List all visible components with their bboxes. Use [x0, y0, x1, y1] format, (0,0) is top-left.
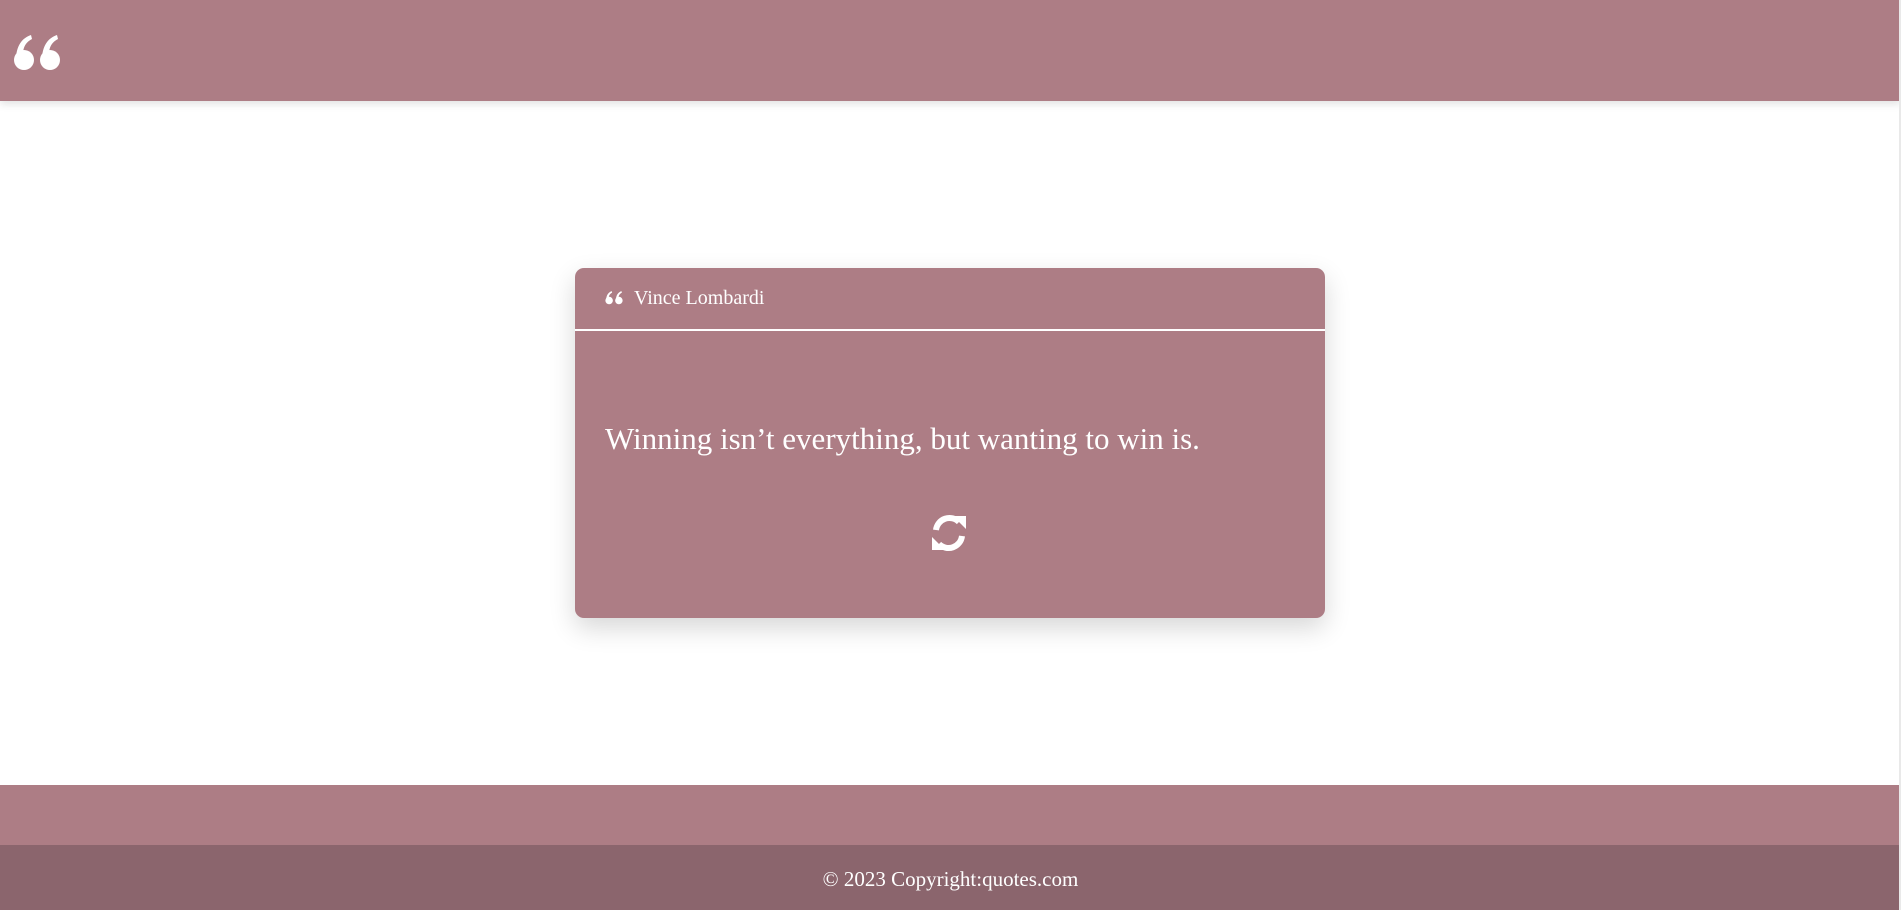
- footer: © 2023 Copyright:quotes.com: [0, 845, 1901, 910]
- quote-text: Winning isn’t everything, but wanting to…: [605, 421, 1200, 456]
- top-navbar: [0, 0, 1901, 101]
- quote-card: Vince Lombardi Winning isn’t everything,…: [575, 268, 1325, 618]
- quote-left-icon[interactable]: [13, 32, 61, 72]
- refresh-icon: [929, 513, 969, 558]
- footer-copyright: © 2023 Copyright:quotes.com: [822, 867, 1079, 891]
- refresh-quote-button[interactable]: [926, 512, 972, 558]
- footer-band: [0, 785, 1901, 845]
- quote-left-icon: [605, 290, 623, 305]
- quote-author: Vince Lombardi: [634, 287, 765, 309]
- quote-card-header: Vince Lombardi: [575, 268, 1325, 331]
